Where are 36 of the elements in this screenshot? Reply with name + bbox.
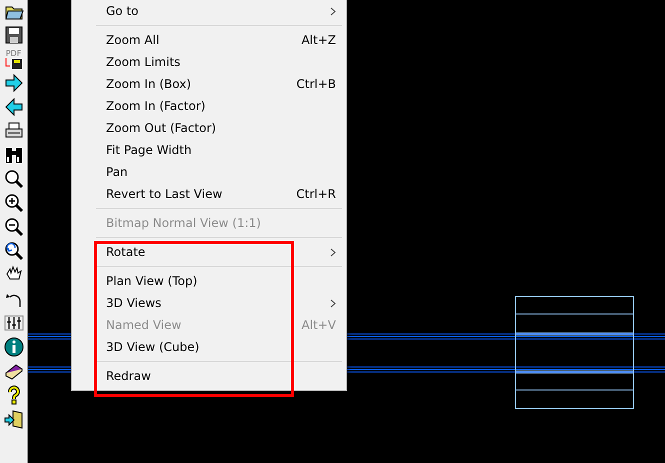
magnifier-icon [4, 169, 24, 189]
binoculars-icon [4, 145, 24, 165]
sliders-icon [4, 313, 24, 333]
menu-item[interactable]: Go to [72, 0, 346, 22]
left-arrow-icon [4, 97, 24, 117]
menu-item[interactable]: Pan [72, 161, 346, 183]
toolbar-button[interactable] [2, 241, 24, 261]
menu-item[interactable]: Redraw [72, 365, 346, 387]
toolbar-button[interactable] [2, 337, 24, 357]
parallel-lines [28, 334, 72, 372]
menu-item[interactable]: Rotate [72, 241, 346, 263]
right-arrow-icon [4, 73, 24, 93]
toolbar-button[interactable] [2, 169, 24, 189]
menu-item[interactable]: Zoom Out (Factor) [72, 117, 346, 139]
menu-item[interactable]: Zoom In (Factor) [72, 95, 346, 117]
toolbar-button[interactable] [2, 193, 24, 213]
toolbar-button[interactable] [2, 409, 24, 429]
zoom-out-icon [4, 217, 24, 237]
zoom-previous-icon [4, 241, 24, 261]
menu-item[interactable]: Zoom In (Box) Ctrl+B [72, 73, 346, 95]
menu-item[interactable]: 3D View (Cube) [72, 336, 346, 358]
toolbar-button[interactable] [2, 73, 24, 93]
toolbar-button[interactable] [2, 217, 24, 237]
zoom-in-icon [4, 193, 24, 213]
menu-item[interactable]: Zoom Limits [72, 51, 346, 73]
info-icon [4, 337, 24, 357]
menu-item[interactable]: 3D Views [72, 292, 346, 314]
toolbar-button[interactable] [2, 25, 24, 45]
menu-item[interactable]: Revert to Last View Ctrl+R [72, 183, 346, 205]
menu-item[interactable]: Plan View (Top) [72, 270, 346, 292]
toolbar-button[interactable] [2, 313, 24, 333]
menu-item[interactable]: Zoom All Alt+Z [72, 29, 346, 51]
toolbar-button[interactable] [2, 97, 24, 117]
menu-item[interactable]: Fit Page Width [72, 139, 346, 161]
exit-door-icon [4, 409, 24, 429]
toolbar-button[interactable]: PDF [2, 49, 24, 69]
